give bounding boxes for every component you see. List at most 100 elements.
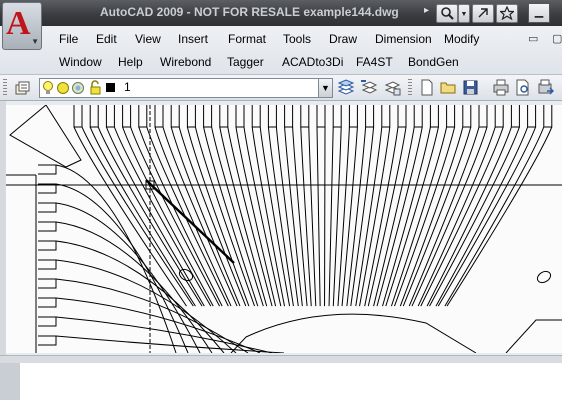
doc-restore-button[interactable]: ▢ — [552, 32, 562, 45]
menu-acadto3di[interactable]: ACADto3Di — [282, 55, 343, 69]
drawing-canvas[interactable] — [6, 105, 562, 353]
lead-trace-left — [55, 335, 285, 353]
layer-state-icon[interactable] — [383, 79, 401, 96]
lead-trace — [417, 126, 496, 307]
lead-finger — [527, 105, 537, 128]
lead-trace — [411, 126, 488, 307]
menu-view[interactable]: View — [135, 32, 161, 46]
open-folder-icon[interactable] — [440, 79, 458, 96]
lead-trace — [138, 126, 223, 307]
make-object-layer-current-icon[interactable] — [337, 79, 355, 96]
menu-insert[interactable]: Insert — [178, 32, 208, 46]
publish-icon[interactable] — [537, 79, 555, 96]
toolbar-grip-2[interactable] — [408, 79, 412, 96]
lead-finger — [446, 105, 456, 128]
lead-finger — [186, 105, 196, 128]
menu-bar: File Edit View Insert Format Tools Draw … — [0, 26, 562, 75]
lead-finger-left — [38, 164, 57, 175]
lead-finger — [122, 105, 132, 128]
menu-window[interactable]: Window — [59, 55, 102, 69]
plot-preview-icon[interactable] — [514, 79, 532, 96]
menu-modify[interactable]: Modify — [444, 32, 479, 46]
die-paddle-outline — [230, 313, 477, 353]
lead-trace — [73, 126, 187, 307]
lead-finger — [73, 105, 83, 128]
menu-help[interactable]: Help — [118, 55, 143, 69]
menu-file[interactable]: File — [59, 32, 78, 46]
lead-finger — [235, 105, 245, 128]
lead-trace — [435, 126, 529, 307]
toolbar-grip[interactable] — [3, 79, 7, 96]
lead-finger — [478, 105, 488, 128]
lead-finger — [105, 105, 115, 128]
lead-finger — [348, 105, 358, 128]
menu-format[interactable]: Format — [228, 32, 266, 46]
lead-finger — [203, 105, 213, 128]
lead-finger-left — [38, 221, 57, 232]
lead-finger — [300, 105, 310, 128]
comm-center-button[interactable] — [472, 4, 494, 23]
chevron-down-icon: ▼ — [31, 37, 39, 46]
title-arrow-icon[interactable]: ▸ — [424, 5, 429, 16]
lead-trace — [251, 126, 286, 307]
lead-trace — [376, 126, 423, 307]
lead-finger-left — [38, 259, 57, 270]
lead-trace — [219, 126, 268, 307]
lead-finger-left — [38, 202, 57, 213]
menu-dimension[interactable]: Dimension — [375, 32, 432, 46]
layer-dropdown[interactable]: 1 ▼ — [39, 78, 333, 98]
new-file-icon[interactable] — [418, 79, 436, 96]
lead-finger — [397, 105, 407, 128]
favorites-button[interactable] — [496, 4, 518, 23]
layer-dropdown-arrow[interactable]: ▼ — [318, 79, 332, 97]
lead-finger-left — [38, 316, 57, 327]
menu-fa4st[interactable]: FA4ST — [356, 55, 393, 69]
search-icon — [441, 7, 454, 20]
lead-finger — [332, 105, 342, 128]
chevron-down-icon: ▼ — [460, 11, 468, 18]
layer-previous-icon[interactable] — [360, 79, 378, 96]
lead-finger — [494, 105, 504, 128]
lock-icon[interactable] — [88, 80, 102, 95]
app-logo: A — [6, 5, 31, 42]
lead-finger — [251, 105, 261, 128]
lead-finger — [154, 105, 164, 128]
command-line-grip[interactable] — [0, 363, 20, 400]
lead-trace — [267, 126, 294, 307]
lead-trace-left — [55, 164, 177, 353]
printer-icon[interactable] — [492, 79, 510, 96]
star-icon — [498, 5, 516, 21]
lead-trace — [316, 126, 321, 307]
lead-trace — [211, 126, 264, 307]
menu-edit[interactable]: Edit — [96, 32, 117, 46]
lead-trace-left — [55, 221, 213, 353]
menu-wirebond[interactable]: Wirebond — [160, 55, 211, 69]
menu-tools[interactable]: Tools — [283, 32, 311, 46]
lead-finger-left — [38, 335, 57, 346]
command-line-area[interactable] — [20, 363, 562, 400]
menu-draw[interactable]: Draw — [329, 32, 357, 46]
application-menu-button[interactable]: A ▼ — [2, 2, 42, 50]
lead-trace — [390, 126, 448, 307]
lightbulb-icon[interactable] — [42, 80, 54, 96]
paddle-corner — [505, 319, 562, 353]
lead-trace — [337, 126, 350, 307]
layer-color-swatch — [106, 83, 115, 92]
lead-finger-left — [38, 240, 57, 251]
menu-bondgen[interactable]: BondGen — [408, 55, 459, 69]
menu-tagger[interactable]: Tagger — [227, 55, 264, 69]
sun-icon[interactable] — [56, 81, 70, 95]
app-minimize-button[interactable]: ▁ — [528, 3, 550, 23]
layer-properties-icon[interactable] — [14, 79, 32, 96]
lead-finger — [543, 105, 553, 128]
doc-minimize-button[interactable]: ▭ — [528, 32, 538, 45]
lead-finger — [510, 105, 520, 128]
lead-trace — [355, 126, 383, 307]
title-bar: AutoCAD 2009 - NOT FOR RESALE example144… — [0, 0, 562, 26]
save-disk-icon[interactable] — [462, 79, 480, 96]
viewport-freeze-icon[interactable] — [71, 81, 85, 95]
search-dropdown-button[interactable]: ▼ — [458, 4, 470, 23]
comm-center-icon — [478, 8, 488, 18]
search-button[interactable] — [436, 4, 458, 23]
lead-finger — [365, 105, 375, 128]
